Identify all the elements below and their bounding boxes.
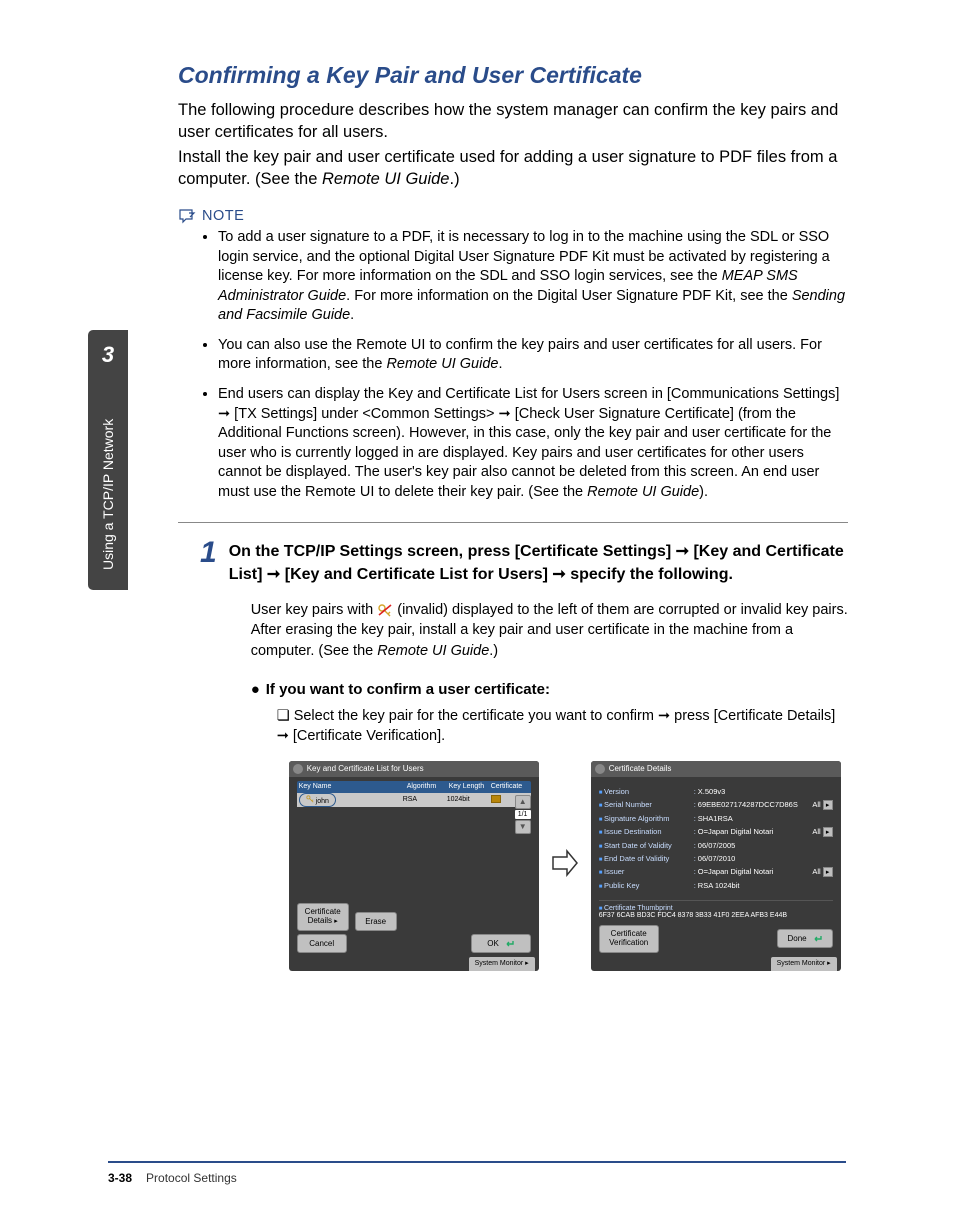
note-item-2: You can also use the Remote UI to confir… bbox=[218, 336, 848, 375]
row-keyname: john bbox=[316, 798, 329, 805]
intro2-text-a: Install the key pair and user certificat… bbox=[178, 148, 837, 188]
expand-button[interactable]: ▸ bbox=[823, 827, 833, 837]
note-item-3: End users can display the Key and Certif… bbox=[218, 385, 848, 502]
col-keylength: Key Length bbox=[449, 783, 491, 790]
intro-paragraph-1: The following procedure describes how th… bbox=[178, 99, 848, 144]
detail-label: Issuer bbox=[599, 867, 694, 876]
detail-value: RSA 1024bit bbox=[698, 881, 833, 890]
chapter-number: 3 bbox=[88, 342, 128, 368]
detail-value: 69EBE027174287DCC7D86S bbox=[698, 800, 811, 809]
thumbprint-label: Certificate Thumbprint bbox=[599, 905, 833, 912]
intro2-ref: Remote UI Guide bbox=[322, 170, 449, 188]
step-number: 1 bbox=[200, 541, 217, 970]
step-description: User key pairs with (invalid) displayed … bbox=[251, 600, 848, 661]
back-icon[interactable] bbox=[293, 764, 303, 774]
note-list: To add a user signature to a PDF, it is … bbox=[218, 228, 848, 502]
certificate-verification-button[interactable]: Certificate Verification bbox=[599, 925, 659, 953]
intro-paragraph-2: Install the key pair and user certificat… bbox=[178, 146, 848, 191]
intro2-text-c: .) bbox=[449, 170, 459, 188]
detail-label: Serial Number bbox=[599, 800, 694, 809]
note-header: NOTE bbox=[178, 208, 848, 224]
system-monitor-button[interactable]: System Monitor ▸ bbox=[469, 957, 535, 971]
cancel-button[interactable]: Cancel bbox=[297, 934, 347, 953]
screenshot-key-cert-list: Key and Certificate List for Users Key N… bbox=[289, 761, 539, 971]
screen1-title: Key and Certificate List for Users bbox=[307, 764, 424, 773]
detail-row: Signature Algorithm:SHA1RSA bbox=[599, 812, 833, 825]
step-1: 1 On the TCP/IP Settings screen, press [… bbox=[200, 541, 848, 970]
col-keyname: Key Name bbox=[299, 783, 407, 790]
note-icon bbox=[178, 208, 196, 224]
expand-button[interactable]: ▸ bbox=[823, 867, 833, 877]
scroll-down-button[interactable]: ▼ bbox=[515, 820, 531, 834]
checkbox-icon: ❏ bbox=[277, 708, 290, 724]
detail-row: Start Date of Validity:06/07/2005 bbox=[599, 839, 833, 852]
screen2-title-bar: Certificate Details bbox=[591, 761, 841, 777]
invalid-key-icon bbox=[377, 603, 393, 617]
col-certificate: Certificate bbox=[491, 783, 529, 790]
detail-row: Version:X.509v3 bbox=[599, 785, 833, 798]
page-count: 1/1 bbox=[515, 810, 531, 819]
screenshot-row: Key and Certificate List for Users Key N… bbox=[289, 761, 848, 971]
detail-row: Serial Number:69EBE027174287DCC7D86SAll▸ bbox=[599, 798, 833, 812]
key-icon bbox=[306, 795, 314, 803]
detail-value: SHA1RSA bbox=[698, 814, 833, 823]
return-icon bbox=[812, 935, 822, 943]
detail-label: Version bbox=[599, 787, 694, 796]
detail-value: O=Japan Digital Notari bbox=[698, 867, 811, 876]
checklist-item: ❏Select the key pair for the certificate… bbox=[277, 706, 848, 747]
detail-value: 06/07/2005 bbox=[698, 841, 833, 850]
certificate-details-button[interactable]: Certificate Details ▸ bbox=[297, 903, 349, 931]
footer-rule bbox=[108, 1161, 846, 1163]
divider bbox=[178, 522, 848, 523]
thumbprint-section: Certificate Thumbprint 6F37 6CAB BD3C FD… bbox=[599, 900, 833, 919]
footer-section-name: Protocol Settings bbox=[146, 1171, 237, 1185]
detail-row: Public Key:RSA 1024bit bbox=[599, 879, 833, 892]
note-label: NOTE bbox=[202, 208, 244, 224]
detail-row: End Date of Validity:06/07/2010 bbox=[599, 852, 833, 865]
step-title: On the TCP/IP Settings screen, press [Ce… bbox=[229, 541, 848, 586]
ok-button[interactable]: OK bbox=[471, 934, 531, 953]
detail-value: X.509v3 bbox=[698, 787, 833, 796]
detail-label: Signature Algorithm bbox=[599, 814, 694, 823]
page-content: Confirming a Key Pair and User Certifica… bbox=[178, 62, 848, 971]
screenshot-certificate-details: Certificate Details Version:X.509v3Seria… bbox=[591, 761, 841, 971]
screen1-title-bar: Key and Certificate List for Users bbox=[289, 761, 539, 777]
table-row[interactable]: john RSA 1024bit bbox=[297, 793, 531, 807]
return-icon bbox=[504, 940, 514, 948]
back-icon[interactable] bbox=[595, 764, 605, 774]
detail-label: End Date of Validity bbox=[599, 854, 694, 863]
section-heading: Confirming a Key Pair and User Certifica… bbox=[178, 62, 848, 89]
note-item-1: To add a user signature to a PDF, it is … bbox=[218, 228, 848, 326]
detail-value: O=Japan Digital Notari bbox=[698, 827, 811, 836]
detail-row: Issuer:O=Japan Digital NotariAll▸ bbox=[599, 865, 833, 879]
detail-label: Public Key bbox=[599, 881, 694, 890]
detail-row: Issue Destination:O=Japan Digital Notari… bbox=[599, 825, 833, 839]
scroll-up-button[interactable]: ▲ bbox=[515, 795, 531, 809]
screen2-title: Certificate Details bbox=[609, 764, 672, 773]
done-button[interactable]: Done bbox=[777, 929, 833, 948]
arrow-right-icon bbox=[551, 849, 579, 882]
row-algorithm: RSA bbox=[403, 796, 445, 803]
certificate-icon bbox=[491, 795, 501, 803]
thumbprint-value: 6F37 6CAB BD3C FDC4 8378 3B33 41F0 2EEA … bbox=[599, 912, 833, 919]
detail-value: 06/07/2010 bbox=[698, 854, 833, 863]
screen1-table-header: Key Name Algorithm Key Length Certificat… bbox=[297, 781, 531, 793]
col-algorithm: Algorithm bbox=[407, 783, 449, 790]
chapter-title: Using a TCP/IP Network bbox=[100, 419, 116, 570]
erase-button[interactable]: Erase bbox=[355, 912, 397, 931]
expand-button[interactable]: ▸ bbox=[823, 800, 833, 810]
page-number: 3-38 bbox=[108, 1171, 132, 1185]
sub-bullet-heading: If you want to confirm a user certificat… bbox=[251, 681, 848, 698]
detail-label: Issue Destination bbox=[599, 827, 694, 836]
page-footer: 3-38 Protocol Settings bbox=[108, 1171, 237, 1185]
system-monitor-button[interactable]: System Monitor ▸ bbox=[771, 957, 837, 971]
detail-label: Start Date of Validity bbox=[599, 841, 694, 850]
note-box: NOTE To add a user signature to a PDF, i… bbox=[178, 208, 848, 502]
row-keylength: 1024bit bbox=[447, 796, 489, 803]
chapter-side-tab: 3 Using a TCP/IP Network bbox=[88, 330, 128, 590]
detail-list: Version:X.509v3Serial Number:69EBE027174… bbox=[599, 781, 833, 896]
